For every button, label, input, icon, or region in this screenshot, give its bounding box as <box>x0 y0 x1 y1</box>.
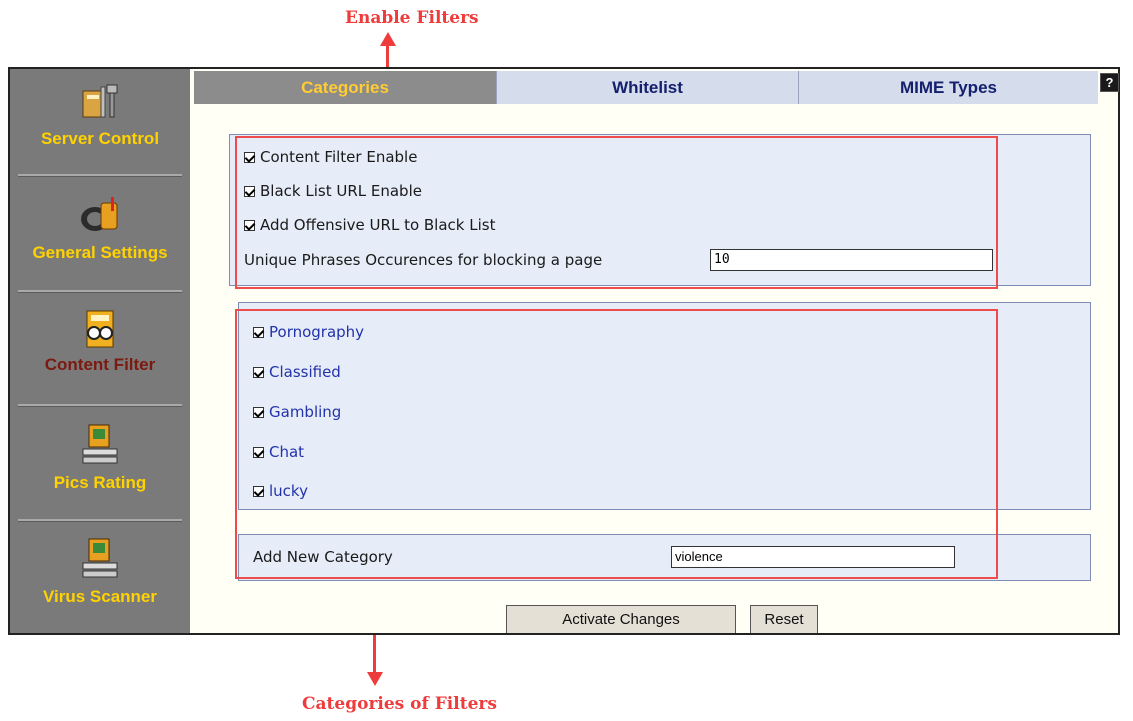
server-control-icon <box>82 84 118 118</box>
category-label[interactable]: lucky <box>269 482 308 500</box>
sidebar-divider <box>18 174 182 177</box>
reset-button[interactable]: Reset <box>750 605 818 633</box>
content-filter-enable-label: Content Filter Enable <box>260 148 418 166</box>
tab-mime-types[interactable]: MIME Types <box>798 71 1098 104</box>
category-item: Gambling <box>253 403 341 421</box>
category-item: Pornography <box>253 323 364 341</box>
category-item: Classified <box>253 363 341 381</box>
content-filter-icon <box>86 310 114 348</box>
sidebar-item-virus-scanner[interactable]: Virus Scanner <box>10 537 190 607</box>
add-offensive-url-checkbox[interactable] <box>244 219 255 231</box>
category-item: Chat <box>253 443 304 461</box>
category-checkbox[interactable] <box>253 326 264 338</box>
category-label[interactable]: Chat <box>269 443 304 461</box>
category-label[interactable]: Pornography <box>269 323 364 341</box>
unique-phrases-row: Unique Phrases Occurences for blocking a… <box>244 251 602 269</box>
add-offensive-url-row: Add Offensive URL to Black List <box>244 216 495 234</box>
add-category-row: Add New Category <box>253 548 393 566</box>
sidebar-item-content-filter[interactable]: Content Filter <box>10 309 190 375</box>
help-button[interactable]: ? <box>1100 73 1119 92</box>
add-category-label: Add New Category <box>253 548 393 566</box>
sidebar-divider <box>18 290 182 293</box>
sidebar-item-label: General Settings <box>32 243 168 262</box>
arrow-down-icon <box>367 672 383 686</box>
category-item: lucky <box>253 482 308 500</box>
pics-rating-icon <box>82 424 118 464</box>
tab-whitelist[interactable]: Whitelist <box>496 71 798 104</box>
black-list-url-enable-checkbox[interactable] <box>244 185 255 197</box>
category-checkbox[interactable] <box>253 406 264 418</box>
content-filter-enable-row: Content Filter Enable <box>244 148 417 166</box>
add-category-panel: Add New Category violence <box>238 534 1091 581</box>
tab-bar: Categories Whitelist MIME Types <box>194 71 1120 104</box>
sidebar: Server Control General Settings Content … <box>10 69 190 633</box>
enable-filters-annotation: Enable Filters <box>345 8 479 28</box>
black-list-url-enable-label: Black List URL Enable <box>260 182 422 200</box>
mailbox-icon <box>81 197 118 231</box>
sidebar-item-general-settings[interactable]: General Settings <box>10 195 190 263</box>
enable-filters-panel: Content Filter Enable Black List URL Ena… <box>229 134 1091 286</box>
category-checkbox[interactable] <box>253 446 264 458</box>
category-checkbox[interactable] <box>253 485 264 497</box>
sidebar-divider <box>18 519 182 522</box>
sidebar-item-label: Pics Rating <box>53 473 147 492</box>
content-filter-enable-checkbox[interactable] <box>244 151 255 163</box>
category-label[interactable]: Gambling <box>269 403 341 421</box>
sidebar-divider <box>18 404 182 407</box>
tab-categories[interactable]: Categories <box>194 71 496 104</box>
new-category-input[interactable]: violence <box>671 546 955 568</box>
category-label[interactable]: Classified <box>269 363 341 381</box>
unique-phrases-input[interactable]: 10 <box>710 249 993 271</box>
sidebar-item-server-control[interactable]: Server Control <box>10 81 190 149</box>
sidebar-item-pics-rating[interactable]: Pics Rating <box>10 423 190 493</box>
activate-changes-button[interactable]: Activate Changes <box>506 605 736 633</box>
virus-scanner-icon <box>82 538 118 578</box>
categories-of-filters-annotation: Categories of Filters <box>302 694 497 714</box>
add-offensive-url-label: Add Offensive URL to Black List <box>260 216 496 234</box>
sidebar-item-label: Server Control <box>40 129 160 148</box>
unique-phrases-label: Unique Phrases Occurences for blocking a… <box>244 251 603 269</box>
categories-panel: Pornography Classified Gambling Chat luc… <box>238 302 1091 510</box>
sidebar-item-label: Virus Scanner <box>42 587 158 606</box>
black-list-url-enable-row: Black List URL Enable <box>244 182 422 200</box>
sidebar-item-label: Content Filter <box>44 355 156 374</box>
category-checkbox[interactable] <box>253 366 264 378</box>
